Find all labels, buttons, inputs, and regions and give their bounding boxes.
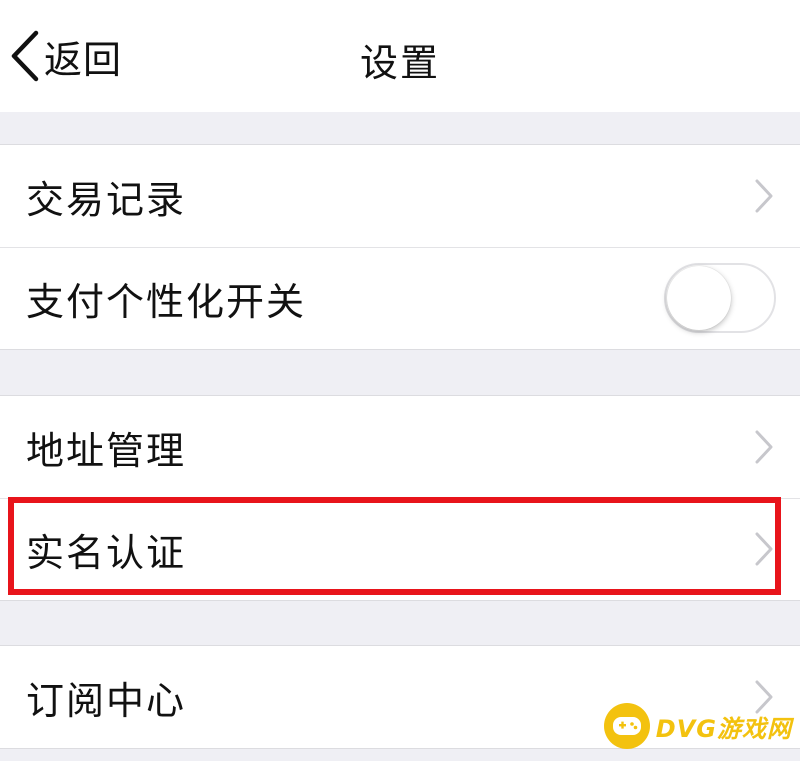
settings-item-label: 实名认证 [26, 530, 187, 575]
gamepad-icon [603, 703, 650, 749]
settings-item-label: 交易记录 [26, 177, 187, 222]
settings-item-payment-personalization: 支付个性化开关 [0, 247, 800, 349]
settings-item-transaction-records[interactable]: 交易记录 [0, 145, 800, 247]
chevron-right-icon [754, 429, 774, 465]
settings-group-2: 地址管理 实名认证 [0, 395, 800, 601]
settings-group-1: 交易记录 支付个性化开关 [0, 144, 800, 350]
chevron-right-icon [754, 531, 774, 567]
page-title: 设置 [359, 41, 440, 85]
settings-item-address-management[interactable]: 地址管理 [0, 396, 800, 498]
chevron-right-icon [754, 178, 774, 214]
toggle-knob [667, 266, 731, 330]
watermark: DVG游戏网 [603, 701, 792, 751]
watermark-text: DVG游戏网 [655, 714, 792, 743]
settings-item-label: 支付个性化开关 [26, 279, 307, 324]
settings-item-label: 订阅中心 [26, 678, 187, 723]
payment-personalization-toggle[interactable] [664, 263, 776, 333]
navigation-bar: 返回 设置 [0, 0, 800, 112]
settings-item-real-name-verification[interactable]: 实名认证 [0, 498, 800, 600]
settings-item-label: 地址管理 [26, 428, 187, 473]
